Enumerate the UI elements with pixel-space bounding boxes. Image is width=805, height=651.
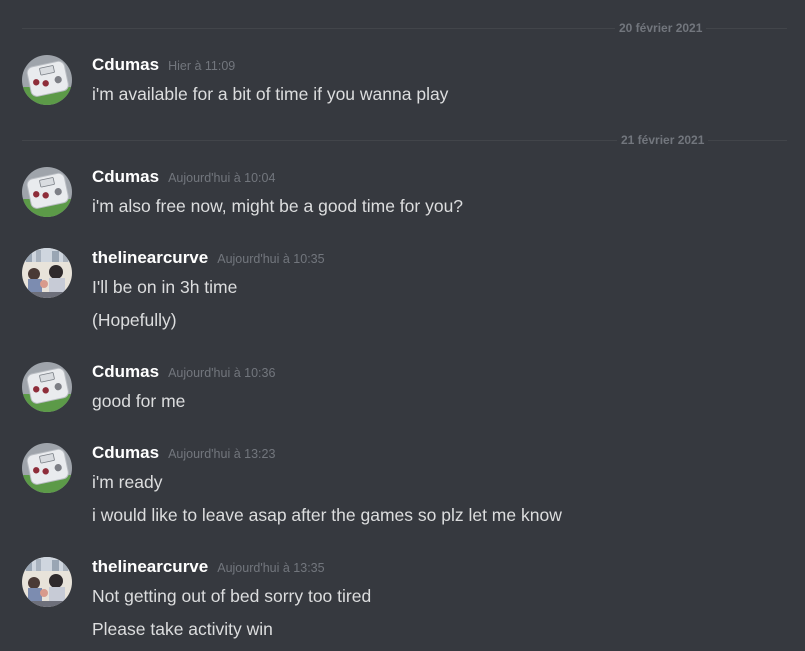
timestamp[interactable]: Aujourd'hui à 13:35 bbox=[217, 561, 324, 575]
message-header: Cdumas Hier à 11:09 bbox=[92, 55, 235, 77]
timestamp[interactable]: Aujourd'hui à 13:23 bbox=[168, 447, 275, 461]
username[interactable]: Cdumas bbox=[92, 443, 159, 463]
message-header: Cdumas Aujourd'hui à 10:04 bbox=[92, 167, 275, 189]
timestamp[interactable]: Aujourd'hui à 10:35 bbox=[217, 252, 324, 266]
gameboy-avatar-icon bbox=[22, 362, 72, 412]
message-text: good for me bbox=[92, 391, 186, 411]
chat-messages[interactable]: 20 février 2021 Cdumas Hier à 11:09 i'm … bbox=[0, 0, 805, 651]
avatar[interactable] bbox=[22, 167, 72, 217]
message-text: i would like to leave asap after the gam… bbox=[92, 505, 562, 525]
anime-avatar-icon bbox=[22, 557, 72, 607]
timestamp[interactable]: Aujourd'hui à 10:04 bbox=[168, 171, 275, 185]
message-text: I'll be on in 3h time bbox=[92, 277, 238, 297]
message-text: i'm available for a bit of time if you w… bbox=[92, 84, 449, 104]
message-header: Cdumas Aujourd'hui à 10:36 bbox=[92, 362, 275, 384]
avatar[interactable] bbox=[22, 443, 72, 493]
message-text: i'm also free now, might be a good time … bbox=[92, 196, 464, 216]
anime-avatar-icon bbox=[22, 248, 72, 298]
date-divider: 20 février 2021 bbox=[22, 20, 787, 36]
username[interactable]: Cdumas bbox=[92, 55, 159, 75]
message-text: Please take activity win bbox=[92, 619, 273, 639]
avatar[interactable] bbox=[22, 557, 72, 607]
username[interactable]: Cdumas bbox=[92, 167, 159, 187]
gameboy-avatar-icon bbox=[22, 167, 72, 217]
message-header: thelinearcurve Aujourd'hui à 10:35 bbox=[92, 248, 325, 270]
date-divider: 21 février 2021 bbox=[22, 132, 787, 148]
gameboy-avatar-icon bbox=[22, 443, 72, 493]
username[interactable]: Cdumas bbox=[92, 362, 159, 382]
divider-date: 20 février 2021 bbox=[615, 20, 707, 36]
message-header: thelinearcurve Aujourd'hui à 13:35 bbox=[92, 557, 325, 579]
timestamp[interactable]: Hier à 11:09 bbox=[168, 59, 235, 73]
avatar[interactable] bbox=[22, 55, 72, 105]
avatar[interactable] bbox=[22, 362, 72, 412]
username[interactable]: thelinearcurve bbox=[92, 557, 208, 577]
divider-date: 21 février 2021 bbox=[617, 132, 709, 148]
username[interactable]: thelinearcurve bbox=[92, 248, 208, 268]
message-text: i'm ready bbox=[92, 472, 163, 492]
message-text: (Hopefully) bbox=[92, 310, 177, 330]
timestamp[interactable]: Aujourd'hui à 10:36 bbox=[168, 366, 275, 380]
message-text: Not getting out of bed sorry too tired bbox=[92, 586, 372, 606]
message-header: Cdumas Aujourd'hui à 13:23 bbox=[92, 443, 275, 465]
avatar[interactable] bbox=[22, 248, 72, 298]
gameboy-avatar-icon bbox=[22, 55, 72, 105]
